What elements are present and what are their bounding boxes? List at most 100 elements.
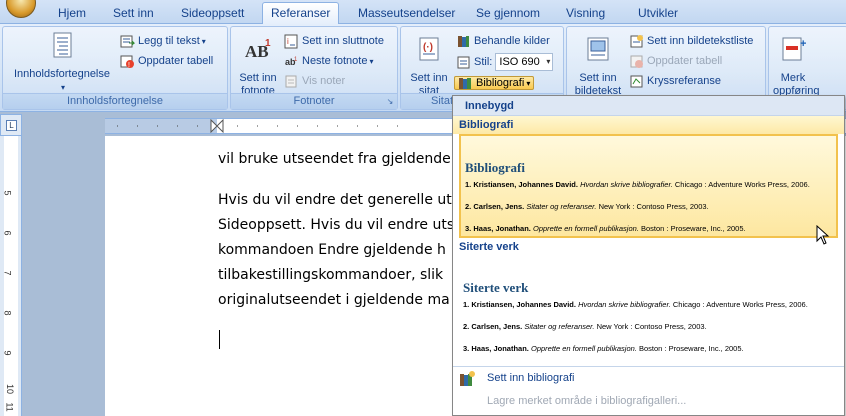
bibliography-icon bbox=[459, 77, 471, 89]
ref-rest: New York : Contoso Press, 2003. bbox=[598, 202, 709, 211]
vertical-ruler-strip bbox=[4, 136, 18, 416]
manage-sources-label: Behandle kilder bbox=[474, 35, 550, 47]
style-icon bbox=[457, 56, 470, 69]
vruler-number: 5 bbox=[2, 190, 13, 196]
vruler-number: 6 bbox=[2, 230, 13, 236]
mouse-pointer-icon bbox=[816, 225, 830, 245]
ref-title: Sitater og referanser. bbox=[524, 322, 595, 331]
show-notes-button[interactable]: Vis noter bbox=[284, 71, 345, 91]
ribbon-tab-bar: Hjem Sett inn Sideoppsett Referanser Mas… bbox=[0, 0, 846, 25]
footnotes-group-label: Fotnoter bbox=[231, 93, 397, 109]
dialog-launcher-icon[interactable]: ↘ bbox=[385, 97, 395, 107]
tab-utvikler[interactable]: Utvikler bbox=[630, 4, 686, 24]
insert-citation-label-1: Sett inn bbox=[410, 72, 448, 84]
update-figures-table-button[interactable]: Oppdater tabell bbox=[629, 51, 722, 71]
style-selector[interactable]: Stil: ISO 690 ▾ bbox=[456, 52, 554, 72]
office-button[interactable] bbox=[6, 0, 36, 18]
ref-title: Hvordan skrive bibliografier. bbox=[580, 180, 673, 189]
tab-sideoppsett[interactable]: Sideoppsett bbox=[173, 4, 252, 24]
vruler-number: 10 bbox=[5, 383, 16, 395]
preview-title: Siterte verk bbox=[463, 280, 529, 295]
insert-table-of-figures-button[interactable]: Sett inn bildetekstliste bbox=[629, 31, 753, 51]
bibliography-gallery: Innebygd Bibliografi Bibliografi 1. Kris… bbox=[452, 95, 845, 416]
ref-rest: Chicago : Adventure Works Press, 2006. bbox=[672, 300, 808, 309]
preview-reference: 2. Carlsen, Jens. Sitater og referanser.… bbox=[465, 202, 832, 211]
gallery-item-siterte-verk[interactable]: Siterte verk 1. Kristiansen, Johannes Da… bbox=[459, 256, 838, 360]
bibliography-button-highlight[interactable]: Bibliografi ▾ bbox=[454, 76, 535, 90]
toc-group: Innholdsfortegnelse ▾ Legg til tekst ▾ ! O… bbox=[2, 26, 228, 110]
style-dropdown[interactable]: ISO 690 ▾ bbox=[495, 53, 554, 72]
table-of-figures-icon bbox=[630, 34, 643, 48]
update-toc-label: Oppdater tabell bbox=[138, 55, 214, 67]
tab-se-gjennom[interactable]: Se gjennom bbox=[468, 4, 548, 24]
insert-citation-icon: (·) bbox=[419, 37, 439, 61]
svg-text:(·): (·) bbox=[423, 42, 433, 53]
ref-author: 1. Kristiansen, Johannes David. bbox=[465, 180, 578, 189]
vruler-number: 7 bbox=[2, 270, 13, 276]
vertical-ruler[interactable]: 5 6 7 8 9 10 11 bbox=[0, 136, 22, 416]
vruler-number: 11 bbox=[4, 402, 15, 412]
ref-author: 3. Haas, Jonathan. bbox=[465, 224, 531, 233]
document-line[interactable]: Hvis du vil endre det generelle ut bbox=[218, 192, 452, 208]
tab-masseutsendelser[interactable]: Masseutsendelser bbox=[350, 4, 463, 24]
tab-visning[interactable]: Visning bbox=[558, 4, 613, 24]
preview-title: Bibliografi bbox=[465, 160, 525, 175]
update-table-icon: ! bbox=[120, 55, 134, 69]
toc-button[interactable]: Innholdsfortegnelse ▾ bbox=[7, 31, 117, 94]
svg-text:!: ! bbox=[128, 62, 130, 69]
ref-author: 1. Kristiansen, Johannes David. bbox=[463, 300, 576, 309]
footnotes-group: AB 1 Sett inn fotnote i Sett inn sluttnot… bbox=[230, 26, 398, 110]
preview-reference: 2. Carlsen, Jens. Sitater og referanser.… bbox=[463, 322, 834, 331]
table-of-contents-icon bbox=[53, 32, 72, 58]
ref-title: Hvordan skrive bibliografier. bbox=[578, 300, 671, 309]
cross-reference-icon bbox=[630, 75, 643, 88]
tab-referanser[interactable]: Referanser bbox=[262, 2, 340, 25]
update-table-icon bbox=[630, 55, 643, 68]
insert-caption-button[interactable]: Sett inn bildetekst bbox=[569, 35, 627, 98]
show-notes-icon bbox=[285, 75, 297, 88]
mark-entry-button[interactable]: + Merk oppføring bbox=[773, 35, 819, 98]
add-text-button[interactable]: Legg til tekst ▾ bbox=[120, 31, 206, 51]
ref-title: Opprette en formell publikasjon. bbox=[532, 224, 639, 233]
insert-endnote-button[interactable]: i Sett inn sluttnote bbox=[284, 31, 384, 51]
cross-reference-label: Kryssreferanse bbox=[647, 75, 721, 87]
insert-citation-button[interactable]: (·) Sett inn sitat bbox=[405, 35, 453, 98]
document-line[interactable]: vil bruke utseendet fra gjeldende bbox=[218, 151, 451, 167]
insert-caption-icon bbox=[587, 37, 609, 61]
ref-rest: Chicago : Adventure Works Press, 2006. bbox=[674, 180, 810, 189]
next-footnote-button[interactable]: ab 1 Neste fotnote ▾ bbox=[284, 51, 373, 71]
insert-bibliography-command[interactable]: Sett inn bibliografi bbox=[453, 367, 844, 390]
next-footnote-icon: ab1 bbox=[285, 57, 298, 67]
endnote-icon: i bbox=[284, 34, 298, 49]
tab-selector[interactable]: L bbox=[0, 114, 22, 136]
chevron-down-icon: ▾ bbox=[201, 37, 206, 46]
document-line[interactable]: Sideoppsett. Hvis du vil endre uts bbox=[218, 217, 454, 233]
document-line[interactable]: kommandoen Endre gjeldende h bbox=[218, 242, 446, 258]
svg-text:i: i bbox=[287, 37, 289, 46]
svg-text:1: 1 bbox=[294, 57, 298, 63]
document-line[interactable]: tilbakestillingskommandoer, slik bbox=[218, 267, 443, 283]
document-line[interactable]: originalutseendet i gjeldende ma bbox=[218, 292, 450, 308]
footnote-icon: AB 1 bbox=[245, 38, 271, 61]
gallery-item-label[interactable]: Bibliografi bbox=[453, 116, 844, 134]
add-text-icon bbox=[120, 35, 135, 48]
toc-group-label: Innholdsfortegnelse bbox=[3, 93, 227, 109]
chevron-down-icon: ▾ bbox=[546, 57, 551, 67]
ref-rest: New York : Contoso Press, 2003. bbox=[596, 322, 707, 331]
cross-reference-button[interactable]: Kryssreferanse bbox=[629, 71, 721, 91]
bibliography-label: Bibliografi bbox=[476, 77, 525, 89]
save-selection-label: Lagre merket område i bibliografigalleri… bbox=[487, 395, 687, 407]
tab-sett-inn[interactable]: Sett inn bbox=[105, 4, 162, 24]
mark-entry-icon: + bbox=[782, 37, 806, 61]
insert-footnote-button[interactable]: AB 1 Sett inn fotnote bbox=[233, 35, 283, 98]
gallery-item-bibliografi[interactable]: Bibliografi 1. Kristiansen, Johannes Dav… bbox=[459, 134, 838, 238]
save-selection-command[interactable]: Lagre merket område i bibliografigalleri… bbox=[453, 390, 844, 413]
update-toc-button[interactable]: ! Oppdater tabell bbox=[120, 51, 213, 71]
ref-rest: Boston : Proseware, Inc., 2005. bbox=[638, 344, 744, 353]
gallery-item-label[interactable]: Siterte verk bbox=[453, 238, 844, 256]
insert-bibliography-icon bbox=[460, 371, 475, 386]
bibliography-button[interactable]: Bibliografi ▾ bbox=[454, 73, 535, 93]
style-label: Stil: bbox=[474, 56, 493, 68]
tab-hjem[interactable]: Hjem bbox=[50, 4, 94, 24]
manage-sources-button[interactable]: Behandle kilder bbox=[456, 31, 550, 51]
